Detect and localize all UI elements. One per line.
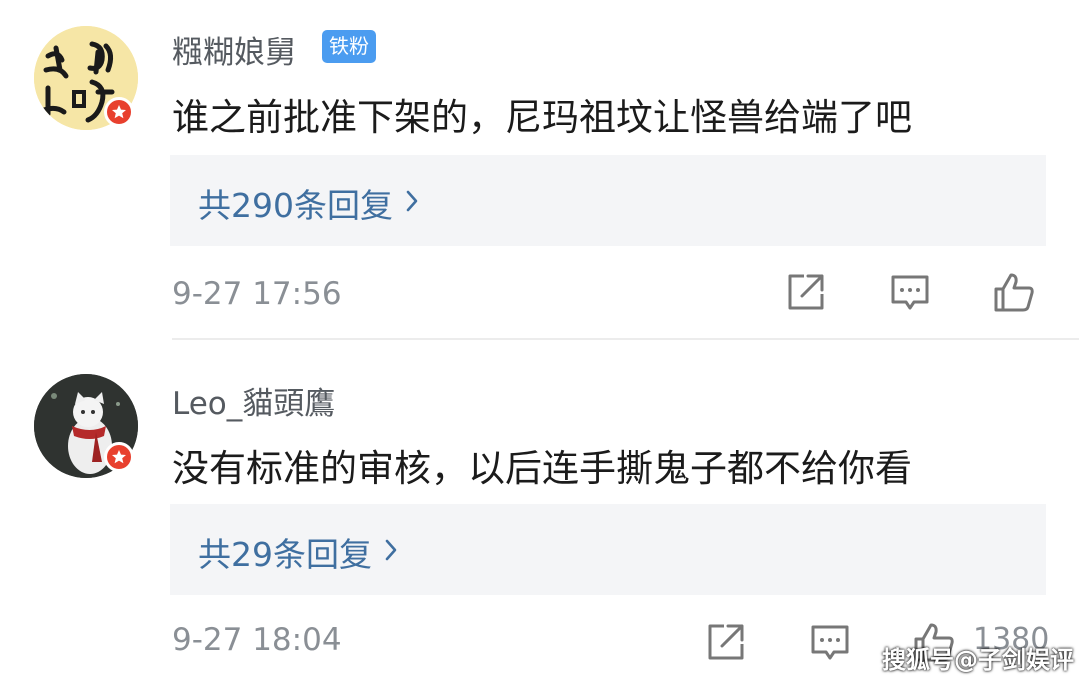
chevron-right-icon [384,535,398,570]
chevron-right-icon [405,186,419,221]
comment-timestamp: 9-27 17:56 [172,276,342,312]
comment-text: 谁之前批准下架的，尼玛祖坟让怪兽给端了吧 [172,96,912,139]
share-icon[interactable] [704,620,748,664]
verified-star-icon [104,97,134,127]
username[interactable]: 糨糊娘舅 [172,27,296,72]
replies-count-label: 共29条回复 [198,535,372,574]
comment-icon[interactable] [808,620,852,664]
verified-star-icon [104,442,134,472]
comment-text: 没有标准的审核，以后连手撕鬼子都不给你看 [172,447,912,490]
thumbs-up-icon[interactable] [992,270,1036,314]
replies-panel[interactable]: 共29条回复 [170,504,1046,595]
replies-panel[interactable]: 共290条回复 [170,155,1046,246]
comment-icon[interactable] [888,270,932,314]
fan-badge: 铁粉 [322,30,376,63]
comment-timestamp: 9-27 18:04 [172,622,342,658]
share-icon[interactable] [784,270,828,314]
watermark: 搜狐号@子剑娱评 [882,646,1074,674]
comment-item: 糨糊娘舅 铁粉 谁之前批准下架的，尼玛祖坟让怪兽给端了吧 共290条回复 9-2… [0,0,1079,340]
view-replies-link[interactable]: 共290条回复 [198,179,419,227]
username[interactable]: Leo_貓頭鷹 [172,378,335,423]
replies-count-label: 共290条回复 [198,186,393,225]
view-replies-link[interactable]: 共29条回复 [198,528,398,576]
comment-item: Leo_貓頭鷹 没有标准的审核，以后连手撕鬼子都不给你看 共29条回复 9-27… [0,340,1079,681]
